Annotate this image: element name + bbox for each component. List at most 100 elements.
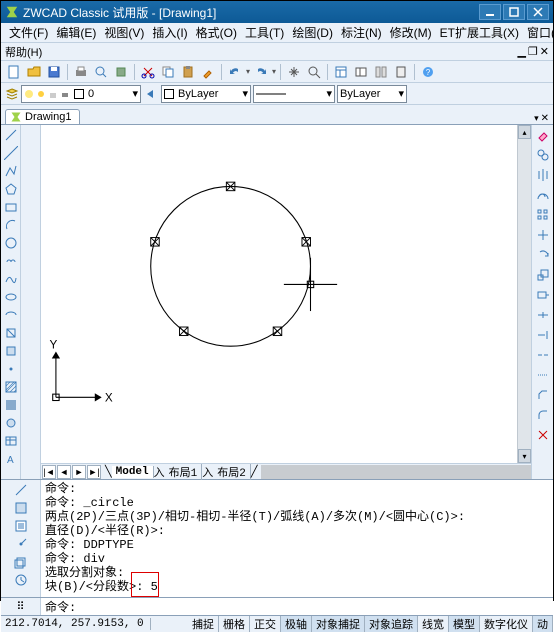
properties-button[interactable] [332,63,350,81]
id-tool[interactable] [13,536,29,552]
pan-button[interactable] [285,63,303,81]
table-tool[interactable] [3,433,19,449]
menu-window[interactable]: 窗口(W) [523,23,553,43]
open-button[interactable] [25,63,43,81]
stretch-tool[interactable] [535,287,551,303]
menu-edit[interactable]: 编辑(E) [52,23,100,43]
redo-button[interactable] [252,63,270,81]
area-tool[interactable] [13,500,29,516]
polygon-tool[interactable] [3,181,19,197]
status-osnap[interactable]: 对象捕捉 [312,616,365,632]
new-button[interactable] [5,63,23,81]
array-tool[interactable] [535,207,551,223]
join-tool[interactable] [535,367,551,383]
tab-nav-next[interactable]: ► [72,465,86,479]
point-tool[interactable] [3,361,19,377]
status-lwt[interactable]: 线宽 [418,616,449,632]
tabs-close-button[interactable]: ✕ [541,113,549,124]
ellipse-tool[interactable] [3,289,19,305]
save-button[interactable] [45,63,63,81]
command-history[interactable]: 命令: 命令: _circle 两点(2P)/三点(3P)/相切-相切-半径(T… [41,480,553,597]
break-tool[interactable] [535,347,551,363]
make-block-tool[interactable] [3,343,19,359]
mirror-tool[interactable] [535,167,551,183]
gradient-tool[interactable] [3,397,19,413]
menu-tools[interactable]: 工具(T) [241,23,288,43]
fillet-tool[interactable] [535,407,551,423]
tab-nav-prev[interactable]: ◄ [57,465,71,479]
region-tool[interactable] [3,415,19,431]
list-tool[interactable] [13,518,29,534]
preview-button[interactable] [92,63,110,81]
ellipse-arc-tool[interactable] [3,307,19,323]
menu-insert[interactable]: 插入(I) [148,23,191,43]
rectangle-tool[interactable] [3,199,19,215]
horizontal-scrollbar[interactable] [261,465,531,479]
paste-button[interactable] [179,63,197,81]
status-polar[interactable]: 极轴 [281,616,312,632]
status-snap[interactable]: 捕捉 [188,616,219,632]
matchprop-button[interactable] [199,63,217,81]
zoom-button[interactable] [305,63,323,81]
menu-draw[interactable]: 绘图(D) [288,23,337,43]
pline-tool[interactable] [3,163,19,179]
status-ortho[interactable]: 正交 [250,616,281,632]
copy-button[interactable] [159,63,177,81]
tab-nav-first[interactable]: |◄ [42,465,56,479]
status-dyn[interactable]: 动 [533,616,553,632]
xline-tool[interactable] [3,145,19,161]
color-combo[interactable]: ByLayer ▾ [161,85,251,103]
tab-model[interactable]: Model [112,466,154,478]
menu-dimension[interactable]: 标注(N) [337,23,386,43]
cut-button[interactable] [139,63,157,81]
maximize-button[interactable] [503,4,525,20]
insert-block-tool[interactable] [3,325,19,341]
status-otrack[interactable]: 对象追踪 [365,616,418,632]
tab-layout1[interactable]: 布局1 [165,464,203,480]
extend-tool[interactable] [535,327,551,343]
rotate-tool[interactable] [535,247,551,263]
minimize-button[interactable] [479,4,501,20]
menu-view[interactable]: 视图(V) [100,23,148,43]
designcenter-button[interactable] [352,63,370,81]
spline-tool[interactable] [3,271,19,287]
redo-dropdown[interactable]: ▾ [272,67,276,76]
circle-tool[interactable] [3,235,19,251]
mtext-tool[interactable]: A [3,451,19,467]
scale-tool[interactable] [535,267,551,283]
explode-tool[interactable] [535,427,551,443]
linetype-combo[interactable]: ▾ [253,85,335,103]
offset-tool[interactable] [535,187,551,203]
mdi-close-button[interactable]: ✕ [540,45,549,58]
hatch-tool[interactable] [3,379,19,395]
status-grid[interactable]: 栅格 [219,616,250,632]
dist-tool[interactable] [13,482,29,498]
tab-nav-last[interactable]: ►| [87,465,101,479]
menu-format[interactable]: 格式(O) [192,23,241,43]
tabs-dropdown-button[interactable]: ▾ [534,113,539,124]
help-button[interactable]: ? [419,63,437,81]
status-coords[interactable]: 212.7014, 257.9153, 0 [1,618,151,630]
line-tool[interactable] [3,127,19,143]
erase-tool[interactable] [535,127,551,143]
scroll-up-button[interactable]: ▴ [518,125,531,139]
revcloud-tool[interactable] [3,253,19,269]
massprop-tool[interactable] [13,554,29,570]
move-tool[interactable] [535,227,551,243]
menu-modify[interactable]: 修改(M) [386,23,436,43]
undo-button[interactable] [226,63,244,81]
drawing-canvas[interactable]: X Y ▴ ▾ [41,125,531,463]
trim-tool[interactable] [535,307,551,323]
layer-state-combo[interactable]: 0 ▾ [21,85,141,103]
publish-button[interactable] [112,63,130,81]
status-tablet[interactable]: 数字化仪 [480,616,533,632]
toolpalettes-button[interactable] [372,63,390,81]
arc-tool[interactable] [3,217,19,233]
status-model[interactable]: 模型 [449,616,480,632]
menu-file[interactable]: 文件(F) [5,23,52,43]
print-button[interactable] [72,63,90,81]
close-button[interactable] [527,4,549,20]
layer-manager-button[interactable] [5,87,19,101]
undo-dropdown[interactable]: ▾ [246,67,250,76]
chamfer-tool[interactable] [535,387,551,403]
